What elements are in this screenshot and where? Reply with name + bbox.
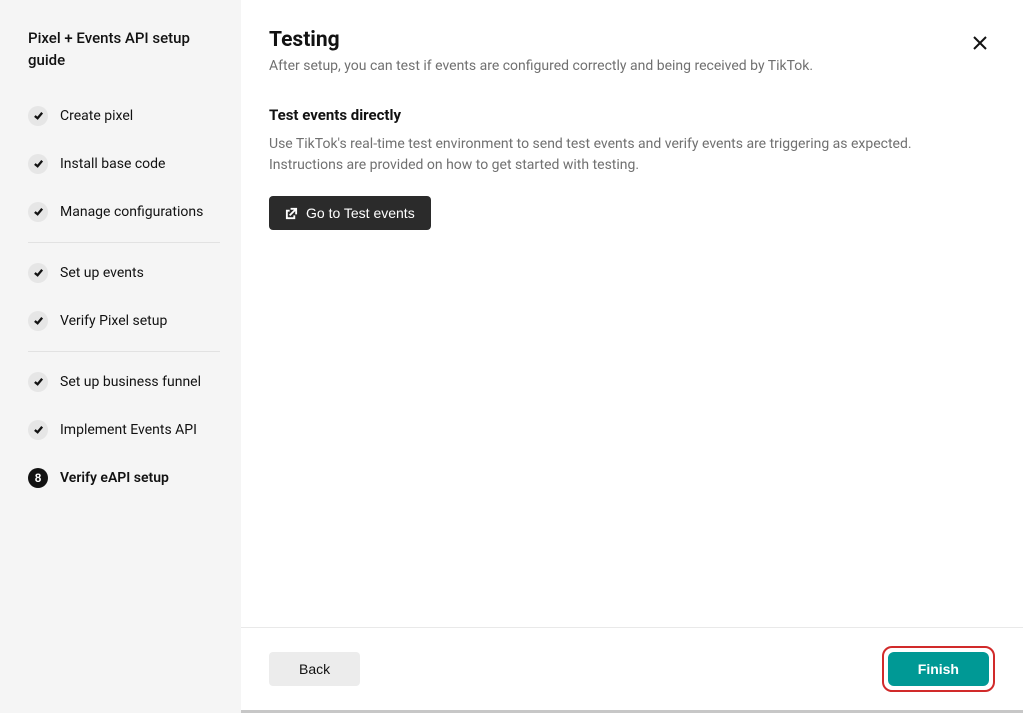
step-label: Set up events bbox=[60, 265, 144, 281]
section-heading: Test events directly bbox=[269, 106, 995, 124]
page-subtitle: After setup, you can test if events are … bbox=[269, 58, 995, 74]
step-divider bbox=[28, 242, 220, 243]
step-implement-events-api[interactable]: Implement Events API bbox=[28, 406, 220, 454]
step-manage-configurations[interactable]: Manage configurations bbox=[28, 188, 220, 236]
external-link-icon bbox=[285, 207, 298, 220]
step-install-base-code[interactable]: Install base code bbox=[28, 140, 220, 188]
finish-highlight: Finish bbox=[882, 646, 995, 692]
step-label: Implement Events API bbox=[60, 422, 197, 438]
check-icon bbox=[28, 420, 48, 440]
section-body: Use TikTok's real-time test environment … bbox=[269, 134, 989, 176]
main-content: Testing After setup, you can test if eve… bbox=[241, 0, 1023, 627]
step-verify-eapi-setup[interactable]: 8 Verify eAPI setup bbox=[28, 454, 220, 502]
check-icon bbox=[28, 372, 48, 392]
step-label: Install base code bbox=[60, 156, 165, 172]
step-set-up-business-funnel[interactable]: Set up business funnel bbox=[28, 358, 220, 406]
step-label: Verify eAPI setup bbox=[60, 470, 169, 486]
finish-button[interactable]: Finish bbox=[888, 652, 989, 686]
step-label: Create pixel bbox=[60, 108, 133, 124]
step-set-up-events[interactable]: Set up events bbox=[28, 249, 220, 297]
step-number-icon: 8 bbox=[28, 468, 48, 488]
go-to-test-events-button[interactable]: Go to Test events bbox=[269, 196, 431, 230]
sidebar: Pixel + Events API setup guide Create pi… bbox=[0, 0, 241, 713]
check-icon bbox=[28, 154, 48, 174]
sidebar-title: Pixel + Events API setup guide bbox=[28, 28, 220, 72]
action-btn-label: Go to Test events bbox=[306, 205, 415, 221]
main: Testing After setup, you can test if eve… bbox=[241, 0, 1023, 713]
check-icon bbox=[28, 106, 48, 126]
step-label: Manage configurations bbox=[60, 204, 203, 220]
check-icon bbox=[28, 202, 48, 222]
check-icon bbox=[28, 311, 48, 331]
step-create-pixel[interactable]: Create pixel bbox=[28, 92, 220, 140]
step-label: Verify Pixel setup bbox=[60, 313, 167, 329]
close-button[interactable] bbox=[967, 30, 993, 59]
check-icon bbox=[28, 263, 48, 283]
footer: Back Finish bbox=[241, 627, 1023, 710]
back-button[interactable]: Back bbox=[269, 652, 360, 686]
close-icon bbox=[971, 34, 989, 52]
step-verify-pixel-setup[interactable]: Verify Pixel setup bbox=[28, 297, 220, 345]
step-divider bbox=[28, 351, 220, 352]
page-title: Testing bbox=[269, 28, 995, 52]
step-label: Set up business funnel bbox=[60, 374, 201, 390]
step-list: Create pixel Install base code Manage co… bbox=[28, 92, 220, 502]
